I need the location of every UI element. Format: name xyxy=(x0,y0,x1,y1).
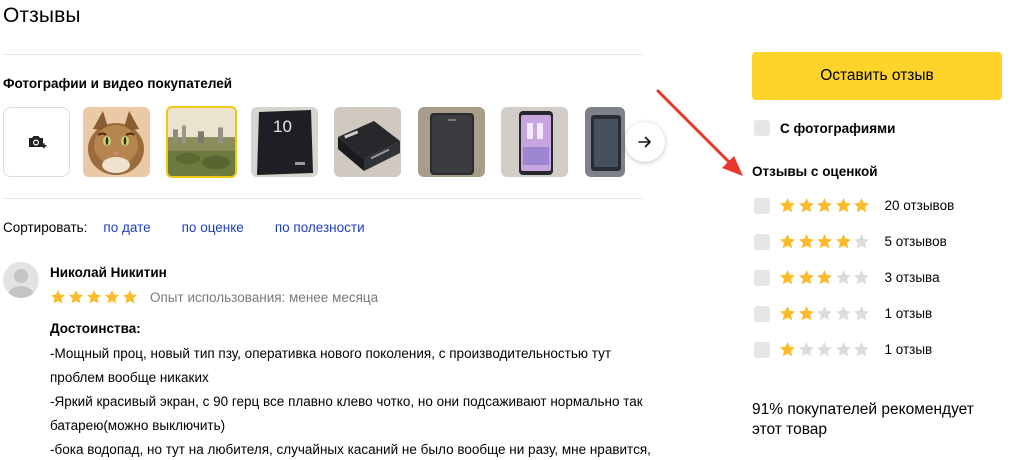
rating-stars xyxy=(779,197,872,214)
with-photos-checkbox[interactable] xyxy=(754,120,770,136)
divider xyxy=(3,54,643,55)
photo-thumbnail-phone-box[interactable]: 10 xyxy=(251,107,318,177)
avatar xyxy=(3,262,39,298)
star-filled-icon xyxy=(798,270,814,285)
write-review-button[interactable]: Оставить отзыв xyxy=(752,52,1002,100)
rating-stars xyxy=(779,233,872,250)
rating-count: 1 отзыв xyxy=(884,342,933,357)
review-text-line: -бока водопад, но тут на любителя, случа… xyxy=(50,442,651,457)
media-carousel: 10 xyxy=(3,106,668,179)
sort-by-date-link[interactable]: по дате xyxy=(103,220,150,235)
photo-thumbnail-cat[interactable] xyxy=(83,107,150,177)
rating-checkbox[interactable] xyxy=(754,269,770,286)
review-text-line: -Мощный проц, новый тип пзу, оперативка … xyxy=(50,346,612,361)
star-filled-icon xyxy=(854,198,869,213)
review-text-line: -Яркий красивый экран, с 90 герц все пла… xyxy=(50,394,643,409)
rating-count: 20 отзывов xyxy=(884,198,955,213)
rating-count: 5 отзывов xyxy=(884,234,947,249)
rating-filter-heading: Отзывы с оценкой xyxy=(752,164,878,179)
star-filled-icon xyxy=(86,289,102,304)
recommendation-summary: 91% покупателей рекомендует этот товар xyxy=(752,401,974,438)
star-filled-icon xyxy=(50,289,66,304)
rating-count: 3 отзыва xyxy=(884,270,940,285)
review-text-line: проблем вообще никаких xyxy=(50,370,209,385)
star-empty-icon xyxy=(854,270,869,285)
star-empty-icon xyxy=(817,306,832,321)
star-filled-icon xyxy=(780,198,795,213)
annotation-arrow-icon xyxy=(656,89,743,176)
rating-checkbox[interactable] xyxy=(754,305,770,322)
star-filled-icon xyxy=(780,342,795,357)
rating-filter-5[interactable]: 20 отзывов xyxy=(754,197,954,214)
sort-label: Сортировать: xyxy=(3,220,88,235)
star-filled-icon xyxy=(798,306,814,321)
review-author: Николай Никитин xyxy=(50,265,167,280)
photo-thumbnail-phone-in-hand[interactable] xyxy=(585,107,625,177)
star-filled-icon xyxy=(798,198,814,213)
rating-count: 1 отзыв xyxy=(884,306,933,321)
star-filled-icon xyxy=(780,270,795,285)
star-empty-icon xyxy=(854,306,869,321)
rating-filter-4[interactable]: 5 отзывов xyxy=(754,233,947,250)
star-empty-icon xyxy=(854,234,869,249)
pros-label: Достоинства: xyxy=(50,321,141,336)
rating-filter-2[interactable]: 1 отзыв xyxy=(754,305,932,322)
add-photo-button[interactable] xyxy=(3,107,70,177)
star-empty-icon xyxy=(817,342,832,357)
camera-plus-icon xyxy=(28,136,46,149)
review-text-line: батарею(можно выключить) xyxy=(50,418,226,433)
rating-stars xyxy=(779,269,872,286)
rating-stars xyxy=(779,305,872,322)
page-title: Отзывы xyxy=(3,4,81,27)
star-filled-icon xyxy=(817,198,832,213)
user-silhouette-icon xyxy=(8,269,34,298)
star-filled-icon xyxy=(798,234,814,249)
review-rating-stars xyxy=(50,289,140,305)
divider xyxy=(3,198,643,199)
star-empty-icon xyxy=(835,270,851,285)
star-empty-icon xyxy=(854,342,869,357)
photo-thumbnail-phone-box-side[interactable] xyxy=(334,107,401,177)
star-filled-icon xyxy=(68,289,84,304)
sort-by-usefulness-link[interactable]: по полезности xyxy=(275,220,365,235)
rating-checkbox[interactable] xyxy=(754,341,770,358)
star-filled-icon xyxy=(817,270,832,285)
rating-stars xyxy=(779,341,872,358)
star-filled-icon xyxy=(780,306,795,321)
star-filled-icon xyxy=(104,289,120,304)
rating-filter-3[interactable]: 3 отзыва xyxy=(754,269,940,286)
photo-thumbnail-phone-back[interactable] xyxy=(418,107,485,177)
rating-filter-1[interactable]: 1 отзыв xyxy=(754,341,932,358)
photo-thumbnail-phone-screen[interactable] xyxy=(501,107,568,177)
star-empty-icon xyxy=(798,342,814,357)
sort-by-rating-link[interactable]: по оценке xyxy=(182,220,244,235)
star-filled-icon xyxy=(780,234,795,249)
with-photos-filter[interactable]: С фотографиями xyxy=(754,120,895,136)
review-meta: Опыт использования: менее месяца xyxy=(50,289,378,305)
media-heading: Фотографии и видео покупателей xyxy=(3,76,233,91)
rating-checkbox[interactable] xyxy=(754,197,770,214)
sort-bar: Сортировать: по дате по оценке по полезн… xyxy=(3,220,396,235)
star-empty-icon xyxy=(835,306,851,321)
star-filled-icon xyxy=(817,234,832,249)
star-empty-icon xyxy=(835,342,851,357)
svg-text:10: 10 xyxy=(273,117,292,136)
photo-thumbnail-city-view[interactable] xyxy=(166,106,237,178)
star-filled-icon xyxy=(835,198,851,213)
rating-checkbox[interactable] xyxy=(754,233,770,250)
usage-duration: Опыт использования: менее месяца xyxy=(150,289,379,305)
star-filled-icon xyxy=(122,289,138,304)
with-photos-label: С фотографиями xyxy=(780,120,896,136)
star-filled-icon xyxy=(835,234,851,249)
